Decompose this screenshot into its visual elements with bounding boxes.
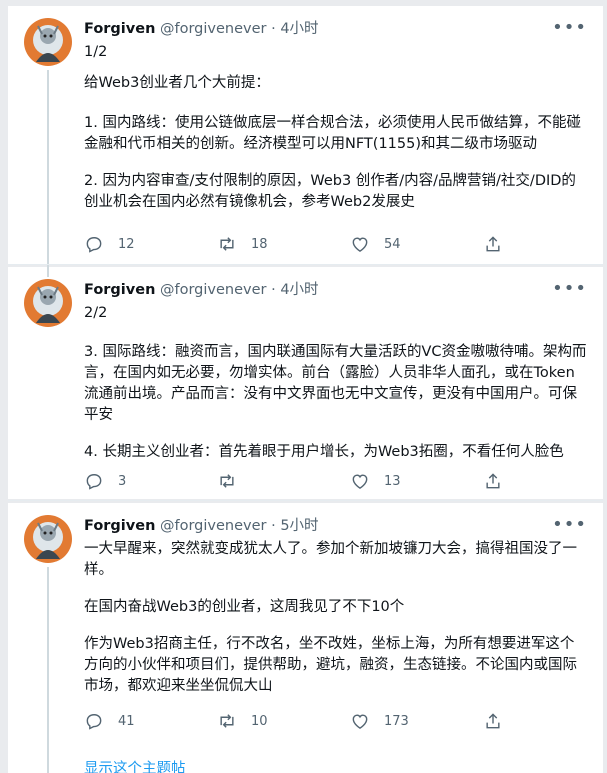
more-icon[interactable]: •••: [552, 279, 587, 299]
like-count: 13: [384, 473, 401, 489]
tweet-header: Forgiven @forgivenever · 5小时: [84, 518, 319, 534]
tweet-paragraph: 一大早醒来，突然就变成犹太人了。参加个新加坡镰刀大会，搞得祖国没了一样。: [84, 541, 577, 578]
more-icon[interactable]: •••: [552, 515, 587, 535]
tweet-paragraph: 作为Web3招商主任，行不改名，坐不改姓，坐标上海，为所有想要进军这个方向的小伙…: [84, 636, 577, 694]
tweet-paragraph: 3. 国际路线：融资而言，国内联通国际有大量活跃的VC资金嗷嗷待哺。架构而言，在…: [84, 344, 587, 423]
tweet-paragraph: 4. 长期主义创业者：首先着眼于用户增长，为Web3拓圈，不看任何人脸色: [84, 444, 564, 460]
more-icon[interactable]: •••: [552, 18, 587, 38]
tweet-text: 2/2 3. 国际路线：融资而言，国内联通国际有大量活跃的VC资金嗷嗷待哺。架构…: [84, 303, 587, 479]
tweet-actions: 3 13: [84, 469, 544, 493]
like-icon: [352, 714, 368, 729]
retweet-icon: [220, 474, 234, 488]
tweet-feed: Forgiven @forgivenever · 4小时 ••• 1/2 给We…: [0, 0, 607, 773]
share-button[interactable]: [483, 709, 523, 733]
tweet-paragraph: 2. 因为内容审查/支付限制的原因，Web3 创作者/内容/品牌营销/社交/DI…: [84, 173, 576, 210]
author-name[interactable]: Forgiven: [84, 282, 155, 298]
timestamp[interactable]: 5小时: [280, 518, 318, 534]
retweet-count: 18: [251, 236, 268, 252]
tweet-card[interactable]: Forgiven @forgivenever · 4小时 ••• 2/2 3. …: [8, 267, 603, 499]
reply-icon: [86, 714, 102, 730]
author-handle[interactable]: @forgivenever: [160, 518, 267, 534]
author-name[interactable]: Forgiven: [84, 21, 155, 37]
reply-count: 41: [118, 713, 135, 729]
avatar[interactable]: [24, 515, 72, 563]
reply-icon: [86, 474, 102, 490]
tweet-paragraph: 1/2: [84, 44, 108, 60]
reply-icon: [86, 237, 102, 253]
tweet-card[interactable]: Forgiven @forgivenever · 5小时 ••• 一大早醒来，突…: [8, 503, 603, 773]
like-icon: [352, 237, 368, 252]
reply-button[interactable]: 12: [84, 232, 217, 256]
author-name[interactable]: Forgiven: [84, 518, 155, 534]
thread-connector: [47, 70, 49, 268]
tweet-header: Forgiven @forgivenever · 4小时: [84, 282, 319, 298]
author-handle[interactable]: @forgivenever: [160, 282, 267, 298]
tweet-paragraph: 在国内奋战Web3的创业者，这周我见了不下10个: [84, 599, 405, 615]
show-thread-link[interactable]: 显示这个主题帖: [84, 757, 186, 773]
thread-connector: [47, 267, 49, 277]
tweet-header: Forgiven @forgivenever · 4小时: [84, 21, 319, 37]
retweet-button[interactable]: [217, 469, 350, 493]
tweet-actions: 41 10 173: [84, 709, 544, 733]
like-icon: [352, 474, 368, 489]
tweet-actions: 12 18 54: [84, 232, 544, 256]
share-button[interactable]: [483, 469, 523, 493]
divider: [8, 500, 603, 501]
tweet-card[interactable]: Forgiven @forgivenever · 4小时 ••• 1/2 给We…: [8, 6, 603, 268]
divider: [8, 264, 603, 265]
like-count: 54: [384, 236, 401, 252]
retweet-icon: [220, 237, 234, 251]
avatar[interactable]: [24, 18, 72, 66]
like-button[interactable]: 173: [350, 709, 483, 733]
reply-count: 3: [118, 473, 127, 489]
retweet-icon: [220, 714, 234, 728]
tweet-text: 一大早醒来，突然就变成犹太人了。参加个新加坡镰刀大会，搞得祖国没了一样。 在国内…: [84, 539, 587, 713]
author-handle[interactable]: @forgivenever: [160, 21, 267, 37]
like-button[interactable]: 13: [350, 469, 483, 493]
timestamp[interactable]: 4小时: [280, 282, 318, 298]
reply-count: 12: [118, 236, 135, 252]
avatar[interactable]: [24, 279, 72, 327]
like-button[interactable]: 54: [350, 232, 483, 256]
tweet-paragraph: 给Web3创业者几个大前提：: [84, 75, 270, 91]
retweet-count: 10: [251, 713, 268, 729]
reply-button[interactable]: 41: [84, 709, 217, 733]
share-button[interactable]: [483, 232, 523, 256]
retweet-button[interactable]: 10: [217, 709, 350, 733]
like-count: 173: [384, 713, 409, 729]
tweet-paragraph: 1. 国内路线：使用公链做底层一样合规合法，必须使用人民币做结算，不能碰金融和代…: [84, 115, 581, 152]
tweet-text: 1/2 给Web3创业者几个大前提： 1. 国内路线：使用公链做底层一样合规合法…: [84, 42, 587, 229]
share-icon: [486, 713, 500, 729]
tweet-paragraph: 2/2: [84, 305, 108, 321]
thread-connector: [47, 567, 49, 773]
reply-button[interactable]: 3: [84, 469, 217, 493]
share-icon: [486, 473, 500, 489]
timestamp[interactable]: 4小时: [280, 21, 318, 37]
share-icon: [486, 236, 500, 252]
retweet-button[interactable]: 18: [217, 232, 350, 256]
